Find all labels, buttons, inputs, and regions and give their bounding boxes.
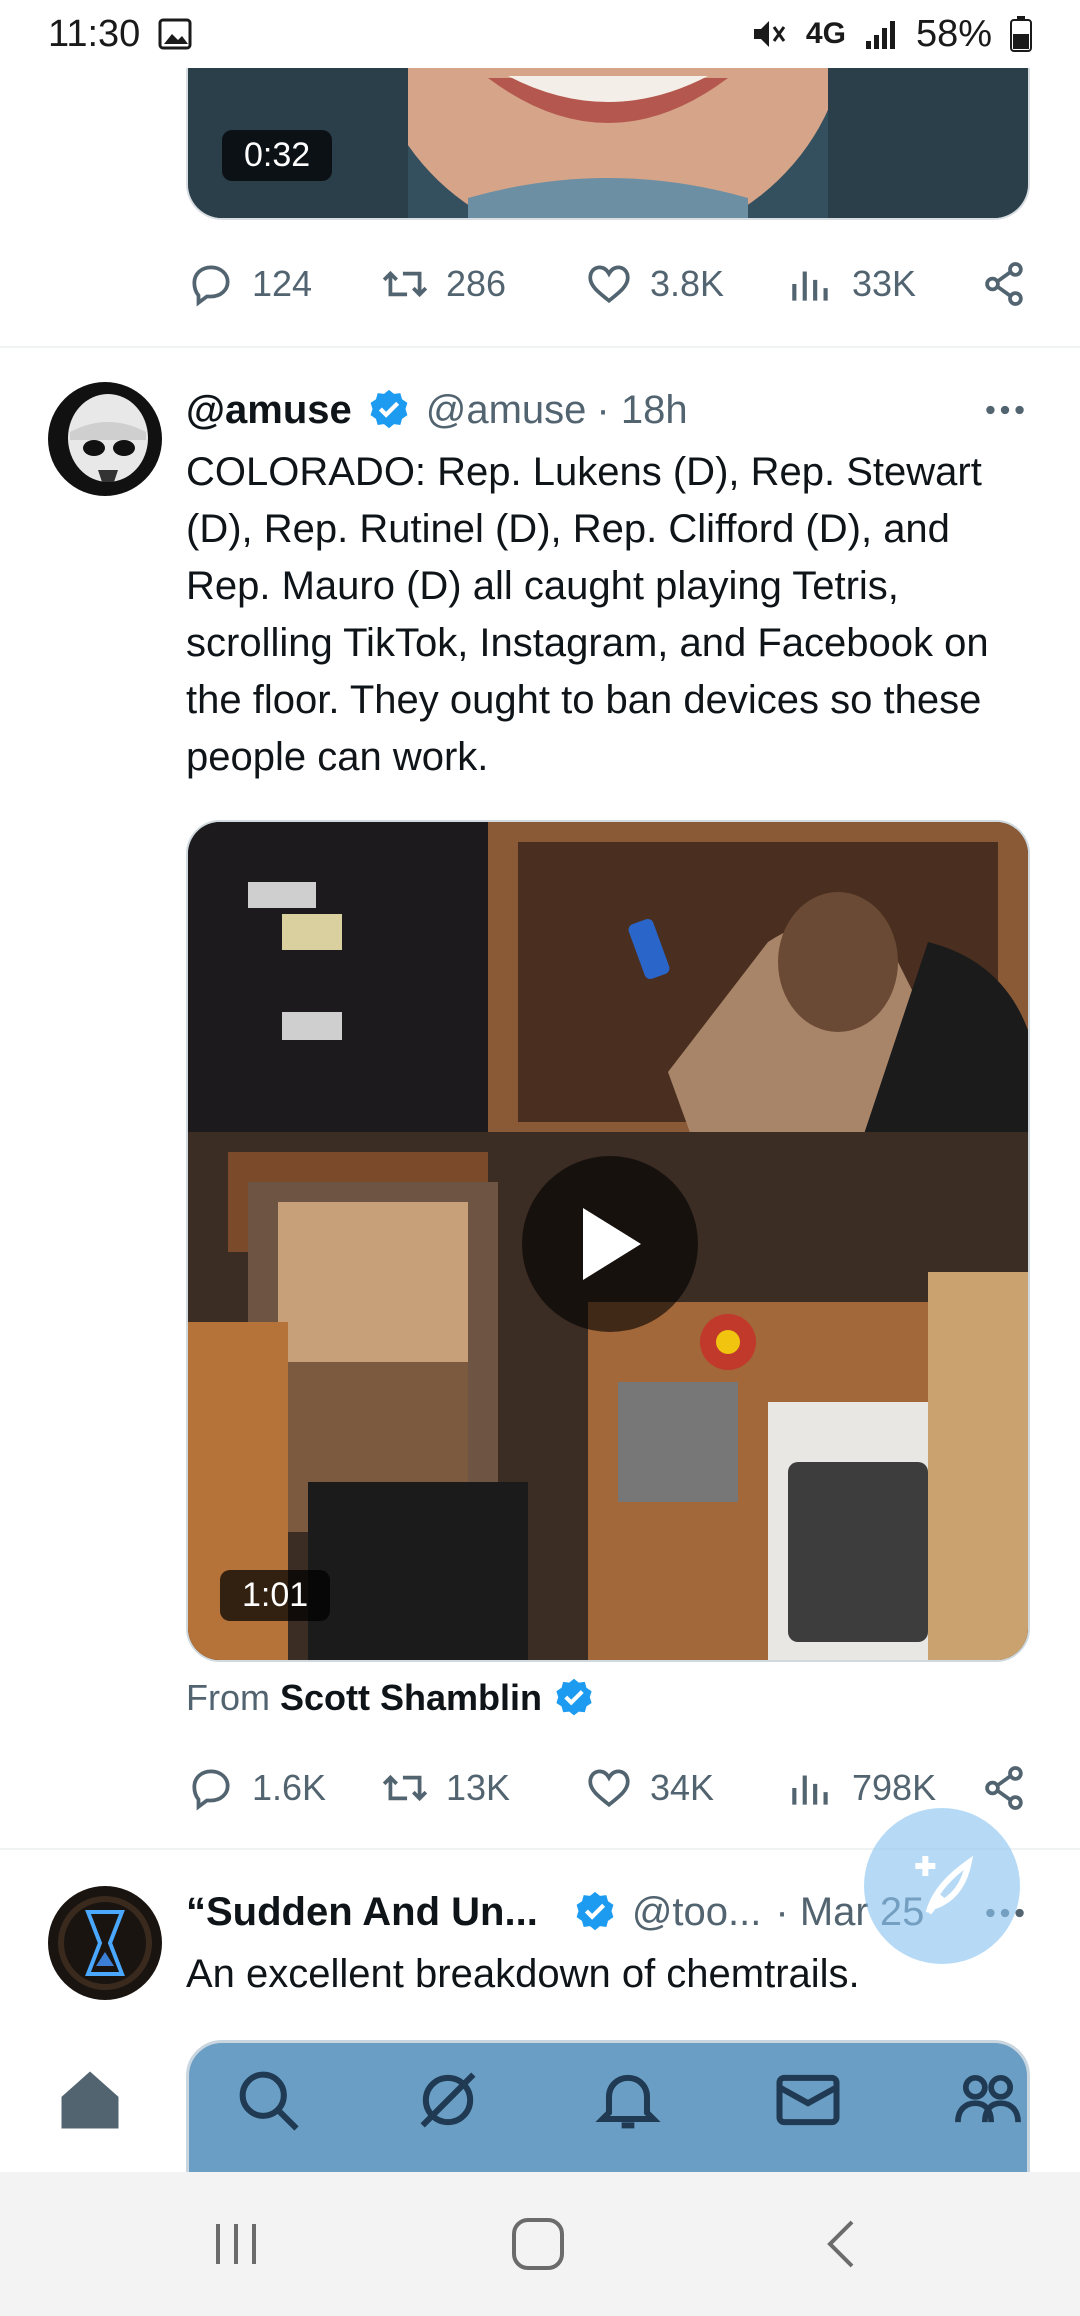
- tweet-header: @amuse @amuse · 18h: [186, 382, 688, 438]
- gallery-notification-icon: [158, 17, 192, 51]
- play-icon: [575, 1204, 645, 1284]
- verified-badge-icon: [552, 1676, 596, 1720]
- signal-icon: [864, 17, 898, 51]
- tweet-text: COLORADO: Rep. Lukens (D), Rep. Stewart …: [186, 450, 989, 779]
- bottom-nav: [0, 2036, 1080, 2172]
- mute-icon: [750, 15, 788, 53]
- nav-home[interactable]: [52, 2062, 128, 2138]
- reply-icon: [186, 1763, 236, 1813]
- play-button[interactable]: [522, 1156, 698, 1332]
- reply-count: 1.6K: [252, 1767, 327, 1808]
- retweet-icon: [380, 1763, 430, 1813]
- reply-count: 124: [252, 263, 313, 304]
- home-icon: [52, 2062, 128, 2138]
- share-button[interactable]: [980, 254, 1030, 314]
- network-type: 4G: [805, 17, 846, 50]
- heart-icon: [584, 259, 634, 309]
- home-nav-icon[interactable]: [508, 2214, 568, 2274]
- like-count: 34K: [650, 1767, 715, 1808]
- compose-button[interactable]: [864, 1808, 1020, 1964]
- recent-apps-icon[interactable]: [206, 2214, 266, 2274]
- handle[interactable]: @amuse: [426, 388, 587, 433]
- share-icon: [980, 1763, 1030, 1813]
- tweet-actions: 1.6K 13K 34K 798K: [186, 1758, 1030, 1818]
- system-nav-bar: [0, 2172, 1080, 2316]
- views-button[interactable]: 33K: [786, 254, 916, 314]
- verified-badge-icon: [366, 387, 412, 433]
- views-button[interactable]: 798K: [786, 1758, 936, 1818]
- retweet-button[interactable]: 286: [380, 254, 506, 314]
- status-time: 11:30: [48, 12, 141, 55]
- like-button[interactable]: 34K: [584, 1758, 714, 1818]
- battery-percent: 58%: [915, 12, 992, 55]
- previous-tweet-video[interactable]: 0:32: [186, 58, 1030, 220]
- nav-communities[interactable]: [950, 2062, 1026, 2138]
- video-duration-badge: 0:32: [222, 130, 333, 181]
- nav-notifications[interactable]: [590, 2062, 666, 2138]
- handle[interactable]: @too...: [632, 1890, 762, 1935]
- views-icon: [786, 259, 836, 309]
- reply-icon: [186, 259, 236, 309]
- spaces-icon: [410, 2062, 486, 2138]
- communities-icon: [950, 2062, 1026, 2138]
- nav-search[interactable]: [230, 2062, 306, 2138]
- views-icon: [786, 1763, 836, 1813]
- from-label: From: [186, 1677, 270, 1718]
- reply-button[interactable]: 124: [186, 254, 312, 314]
- tweet-video[interactable]: 1:01: [186, 820, 1030, 1662]
- display-name[interactable]: @amuse: [186, 388, 352, 433]
- tweet-time: · 18h: [596, 387, 688, 432]
- back-nav-icon[interactable]: [814, 2214, 874, 2274]
- tweet-header: “Sudden And Un... @too... · Mar 25: [186, 1884, 924, 1940]
- like-button[interactable]: 3.8K: [584, 254, 724, 314]
- battery-icon: [1010, 16, 1032, 52]
- mail-icon: [770, 2062, 846, 2138]
- reply-button[interactable]: 1.6K: [186, 1758, 326, 1818]
- display-name[interactable]: “Sudden And Un...: [186, 1890, 538, 1935]
- video-source-line: From Scott Shamblin: [186, 1676, 596, 1720]
- nav-messages[interactable]: [770, 2062, 846, 2138]
- retweet-button[interactable]: 13K: [380, 1758, 510, 1818]
- retweet-count: 13K: [446, 1767, 511, 1808]
- video-duration-badge: 1:01: [220, 1570, 331, 1621]
- more-icon[interactable]: [980, 385, 1030, 435]
- retweet-icon: [380, 259, 430, 309]
- views-count: 798K: [852, 1767, 937, 1808]
- status-bar: 11:30 4G 58%: [0, 0, 1080, 68]
- tweet-divider: [0, 346, 1080, 348]
- avatar[interactable]: [48, 1886, 162, 2000]
- search-icon: [230, 2062, 306, 2138]
- verified-badge-icon: [572, 1889, 618, 1935]
- heart-icon: [584, 1763, 634, 1813]
- bell-icon: [590, 2062, 666, 2138]
- share-button[interactable]: [980, 1758, 1030, 1818]
- retweet-count: 286: [446, 263, 507, 304]
- previous-tweet-actions: 124 286 3.8K 33K: [186, 254, 1030, 314]
- views-count: 33K: [852, 263, 917, 304]
- share-icon: [980, 259, 1030, 309]
- avatar[interactable]: [48, 382, 162, 496]
- like-count: 3.8K: [650, 263, 725, 304]
- compose-icon: [902, 1846, 982, 1926]
- video-source-name[interactable]: Scott Shamblin: [280, 1677, 542, 1719]
- nav-spaces[interactable]: [410, 2062, 486, 2138]
